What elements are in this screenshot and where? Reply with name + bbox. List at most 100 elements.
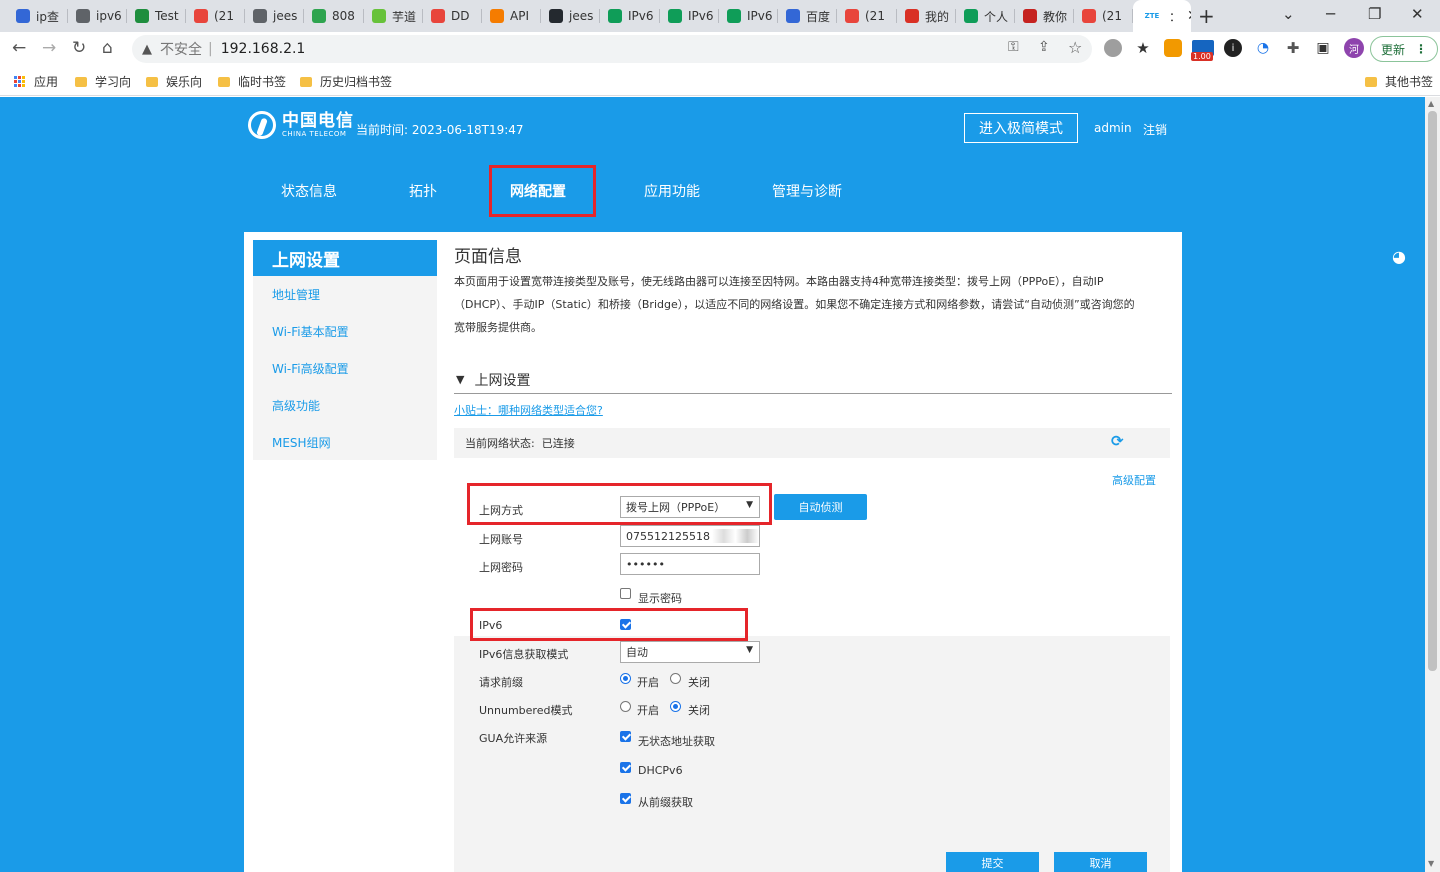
openai-icon [964,9,978,23]
bookmark-folder[interactable]: 娱乐向 [146,73,202,90]
current-time: 当前时间: 2023-06-18T19:47 [356,121,524,138]
page-scrollbar[interactable]: ▲ ▼ [1425,97,1440,872]
update-button[interactable]: 更新 ⋮ [1370,36,1439,62]
minimize-button[interactable]: ─ [1326,5,1335,23]
bookmark-apps[interactable]: 应用 [14,73,58,90]
unnumbered-on-radio[interactable] [620,701,631,712]
chat-extension-icon[interactable]: ◔ [1254,39,1272,57]
browser-tab[interactable]: 个人 [956,0,1015,32]
gua-label: GUA允许来源 [479,732,548,745]
shield-extension-icon[interactable] [1164,39,1182,57]
browser-tab[interactable]: Test [127,0,186,32]
puzzle-icon[interactable]: ✚ [1284,39,1302,57]
extension-circle-icon[interactable] [1104,39,1122,57]
submit-button[interactable]: 提交 [946,852,1039,872]
tab-label: 百度 [806,9,831,24]
prefix-off-radio[interactable] [670,673,681,684]
browser-tab[interactable]: (21 [186,0,245,32]
gua-stateless-checkbox[interactable] [620,731,631,742]
browser-tab[interactable]: 808 [304,0,364,32]
sidebar-item-mesh[interactable]: MESH组网 [253,424,437,461]
ipv6-mode-select[interactable]: 自动 ▼ [620,641,760,663]
nav-management[interactable]: 管理与诊断 [772,181,842,201]
auto-detect-button[interactable]: 自动侦测 [774,494,867,520]
sidebar-title[interactable]: 上网设置 [253,240,437,276]
cancel-button[interactable]: 取消 [1054,852,1147,872]
sidebar-item-address[interactable]: 地址管理 [253,276,437,313]
browser-tab[interactable]: (21 [837,0,897,32]
sidebar-item-advanced[interactable]: 高级功能 [253,387,437,424]
cloud-icon [490,9,504,23]
simple-mode-button[interactable]: 进入极简模式 [964,113,1078,143]
router-page: 中国电信 CHINA TELECOM 当前时间: 2023-06-18T19:4… [0,97,1425,872]
browser-tab[interactable]: DD [423,0,482,32]
prefix-on-radio[interactable] [620,673,631,684]
close-window-button[interactable]: ✕ [1411,5,1424,23]
nav-applications[interactable]: 应用功能 [644,181,700,201]
tip-link[interactable]: 小贴士：哪种网络类型适合您? [454,402,603,418]
address-bar[interactable]: ▲ 不安全 | 192.168.2.1 ⚿ ⇪ ☆ [132,35,1092,63]
forward-icon[interactable]: → [42,38,56,58]
tab-label: 808 [332,9,355,23]
browser-tab[interactable]: IPv6 [600,0,660,32]
browser-tab[interactable]: jees [245,0,304,32]
tab-search-icon[interactable]: ⌄ [1282,5,1295,23]
desc-line: （DHCP）、手动IP（Static）和桥接（Bridge），以适应不同的网络设… [454,298,1135,311]
bookmark-folder[interactable]: 历史归档书签 [300,73,392,90]
browser-tab[interactable]: ip查 [8,0,68,32]
new-tab-button[interactable]: + [1198,4,1215,28]
star-extension-icon[interactable]: ★ [1134,39,1152,57]
side-panel-icon[interactable]: ▣ [1314,39,1332,57]
maximize-button[interactable]: ❐ [1368,5,1381,23]
menu-dots-icon: ⋮ [1415,42,1428,56]
close-tab-icon[interactable]: ✕ [1187,8,1191,24]
scroll-up-icon[interactable]: ▲ [1428,99,1434,108]
browser-tab[interactable]: 我的 [897,0,956,32]
sidebar-item-wifi-advanced[interactable]: Wi-Fi高级配置 [253,350,437,387]
browser-tab[interactable]: jees [541,0,600,32]
browser-tab[interactable]: 教你 [1015,0,1074,32]
account-value: 075512125518 [626,529,710,543]
key-icon[interactable]: ⚿ [1008,39,1019,55]
share-icon[interactable]: ⇪ [1038,39,1050,55]
show-password-checkbox[interactable] [620,588,631,599]
browser-tab[interactable]: API [482,0,541,32]
unnumbered-off-radio[interactable] [670,701,681,712]
back-icon[interactable]: ← [12,38,26,58]
bookmark-star-icon[interactable]: ☆ [1068,38,1082,57]
folder-icon [75,76,87,87]
nav-topology[interactable]: 拓扑 [409,181,437,201]
browser-tab[interactable]: ZTE ： ✕ [1133,0,1191,32]
refresh-icon[interactable]: ⟳ [1111,434,1125,449]
browser-tab[interactable]: 芋道 [364,0,423,32]
browser-tab[interactable]: 百度 [778,0,837,32]
browser-tab[interactable]: IPv6 [660,0,719,32]
account-input[interactable]: 075512125518 [620,525,760,547]
other-bookmarks[interactable]: 其他书签 [1365,73,1433,90]
browser-tab[interactable]: IPv6 [719,0,778,32]
sidebar-item-wifi-basic[interactable]: Wi-Fi基本配置 [253,313,437,350]
password-input[interactable]: •••••• [620,553,760,575]
gua-prefix-checkbox[interactable] [620,793,631,804]
browser-tab[interactable]: (21 [1074,0,1133,32]
bookmark-label: 其他书签 [1385,75,1434,89]
nav-status[interactable]: 状态信息 [281,181,337,201]
reload-icon[interactable]: ↻ [72,38,86,58]
tab-label: jees [569,9,594,23]
url-text[interactable]: 192.168.2.1 [221,41,306,57]
folder-icon [218,76,230,87]
bookmark-folder[interactable]: 学习向 [75,73,131,90]
section-title: 上网设置 [474,372,531,389]
scroll-down-icon[interactable]: ▼ [1428,859,1434,868]
chat-float-icon[interactable]: ◕ [1392,247,1406,266]
avatar[interactable]: 河 [1344,38,1364,58]
section-header[interactable]: ▼ 上网设置 [454,366,1172,394]
logout-link[interactable]: 注销 [1143,121,1167,138]
browser-tab[interactable]: ipv6 [68,0,127,32]
info-extension-icon[interactable]: i [1224,39,1242,57]
scroll-thumb[interactable] [1428,111,1437,671]
bookmark-folder[interactable]: 临时书签 [218,73,286,90]
advanced-config-link[interactable]: 高级配置 [1112,472,1156,488]
home-icon[interactable]: ⌂ [102,38,113,58]
gua-dhcpv6-checkbox[interactable] [620,762,631,773]
